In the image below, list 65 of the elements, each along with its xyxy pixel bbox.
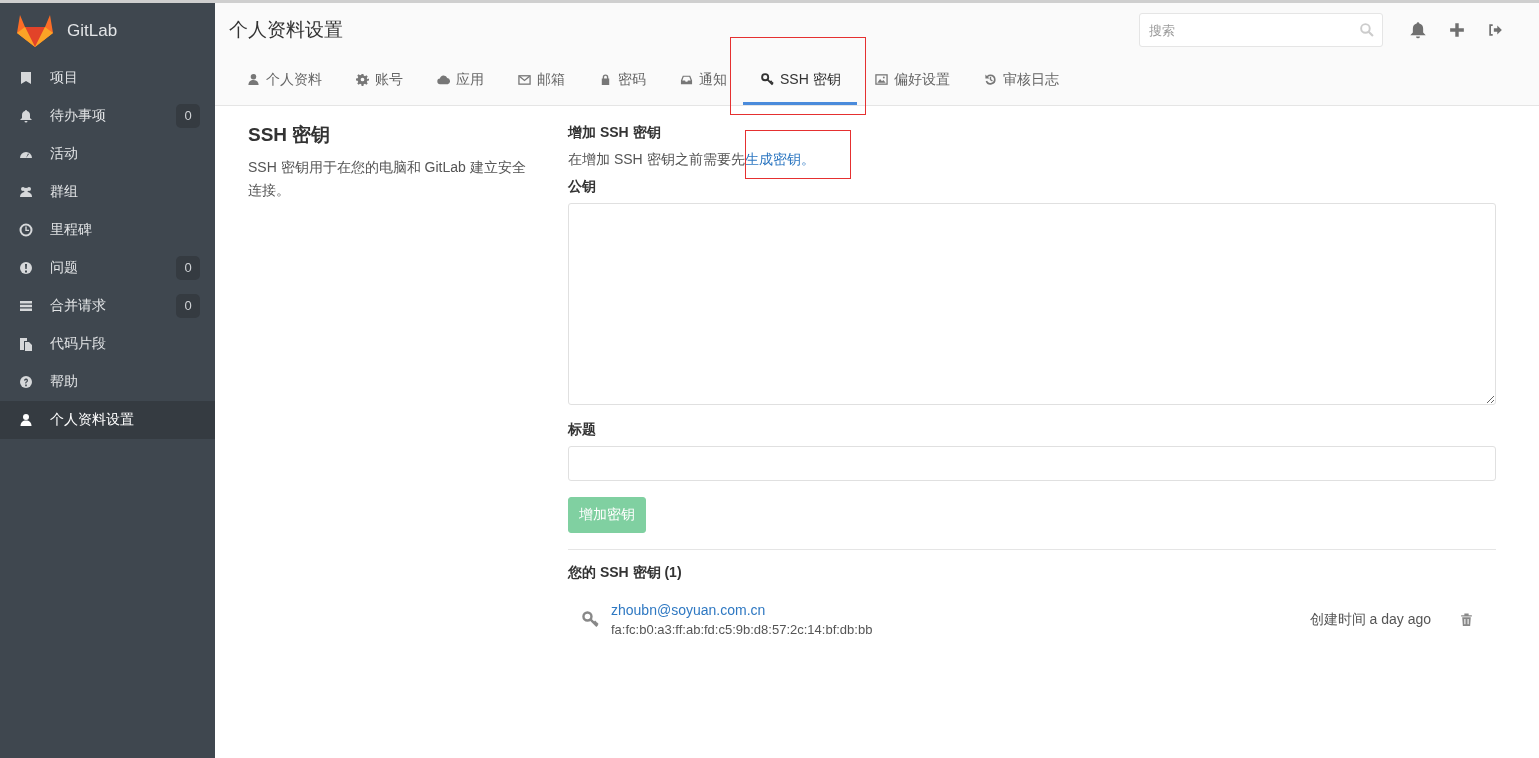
title-field[interactable] bbox=[568, 446, 1496, 481]
delete-button[interactable] bbox=[1459, 612, 1474, 627]
sidebar-item[interactable]: 合并请求 0 bbox=[0, 287, 215, 325]
sidebar-item[interactable]: 问题 0 bbox=[0, 249, 215, 287]
help-icon bbox=[19, 375, 33, 389]
exclamation-icon bbox=[19, 261, 33, 275]
fox-logo-icon bbox=[17, 15, 53, 47]
tab[interactable]: 通知 bbox=[662, 57, 743, 105]
count-badge: 0 bbox=[176, 294, 200, 318]
new-button[interactable] bbox=[1449, 22, 1465, 38]
tab[interactable]: 邮箱 bbox=[500, 57, 581, 105]
tab[interactable]: 偏好设置 bbox=[856, 57, 966, 105]
search-icon bbox=[1359, 22, 1374, 37]
settings-icon bbox=[356, 73, 369, 86]
field-label: 标题 bbox=[568, 421, 597, 439]
keys-heading: 您的 SSH 密钥 (1) bbox=[568, 564, 683, 582]
tab[interactable]: SSH 密钥 bbox=[743, 57, 857, 105]
field-label: 公钥 bbox=[568, 178, 597, 196]
history-icon bbox=[983, 73, 997, 86]
sign-out-button[interactable] bbox=[1487, 22, 1503, 38]
sidebar-item[interactable]: 群组 bbox=[0, 173, 215, 211]
sidebar-item[interactable]: 帮助 bbox=[0, 363, 215, 401]
sidebar-item[interactable]: 待办事项 0 bbox=[0, 97, 215, 135]
count-badge: 0 bbox=[176, 256, 200, 280]
bookmark-icon bbox=[19, 71, 33, 85]
count-badge: 0 bbox=[176, 104, 200, 128]
tab[interactable]: 密码 bbox=[581, 57, 662, 105]
cloud-icon bbox=[437, 73, 450, 86]
sidebar-item[interactable]: 个人资料设置 bbox=[0, 401, 215, 439]
form-title: 增加 SSH 密钥 bbox=[568, 124, 662, 142]
lock-icon bbox=[599, 73, 612, 86]
envelope-icon bbox=[518, 73, 531, 86]
public-key-field[interactable] bbox=[568, 203, 1496, 405]
bell-icon bbox=[19, 109, 33, 123]
sign-out-icon bbox=[1487, 22, 1503, 38]
notifications-button[interactable] bbox=[1409, 21, 1427, 39]
sidebar-item[interactable]: 活动 bbox=[0, 135, 215, 173]
created-time: 创建时间 a day ago bbox=[1309, 610, 1431, 629]
users-icon bbox=[19, 185, 33, 199]
list-icon bbox=[19, 299, 33, 313]
page-title: 个人资料设置 bbox=[229, 18, 344, 42]
plus-icon bbox=[1449, 22, 1465, 38]
search-field[interactable]: 搜索 bbox=[1139, 13, 1383, 47]
documents-icon bbox=[19, 337, 33, 351]
user-icon bbox=[19, 413, 33, 427]
tab[interactable]: 审核日志 bbox=[965, 57, 1075, 105]
tab[interactable]: 应用 bbox=[419, 57, 500, 105]
trash-icon bbox=[1459, 612, 1474, 627]
key-icon bbox=[761, 73, 774, 86]
sidebar-item[interactable]: 代码片段 bbox=[0, 325, 215, 363]
picture-icon bbox=[874, 73, 888, 86]
section-title: SSH 密钥 bbox=[248, 123, 332, 147]
brand-name[interactable]: GitLab bbox=[67, 21, 118, 41]
tab[interactable]: 账号 bbox=[338, 57, 419, 105]
tab[interactable]: 个人资料 bbox=[229, 57, 338, 105]
bell-icon bbox=[1409, 21, 1427, 39]
sidebar-item[interactable]: 里程碑 bbox=[0, 211, 215, 249]
clock-icon bbox=[19, 223, 33, 237]
key-icon bbox=[582, 611, 599, 628]
section-description: SSH 密钥用于在您的电脑和 GitLab 建立安全连接。 bbox=[248, 158, 527, 200]
key-fingerprint: fa:fc:b0:a3:ff:ab:fd:c5:9b:d8:57:2c:14:bf:db:bb bbox=[611, 622, 874, 637]
inbox-icon bbox=[680, 73, 693, 86]
key-title-link[interactable]: zhoubn@soyuan.com.cn bbox=[611, 602, 1298, 618]
sidebar-item[interactable]: 项目 bbox=[0, 59, 215, 97]
user-icon bbox=[247, 73, 260, 86]
